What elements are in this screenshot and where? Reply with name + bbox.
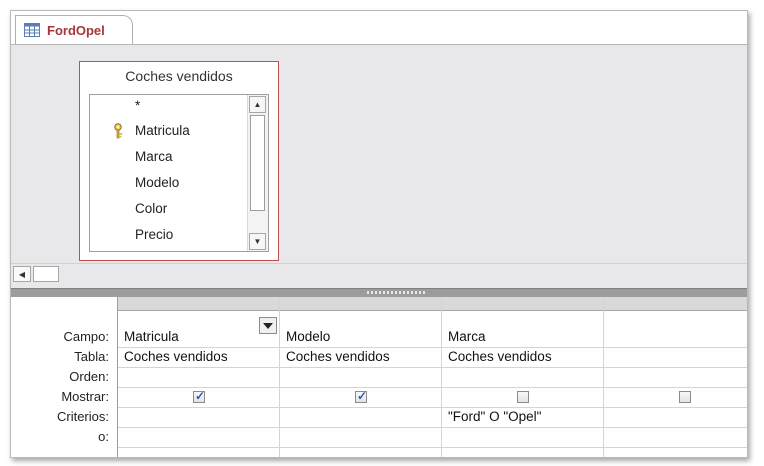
campo-cell[interactable] (610, 327, 747, 347)
table-title[interactable]: Coches vendidos (80, 68, 278, 84)
query-design-icon (24, 23, 40, 37)
document-tab-bar: FordOpel (11, 11, 747, 45)
column-divider (279, 297, 280, 457)
row-label-criterios: Criterios: (56, 409, 109, 424)
row-label-mostrar: Mostrar: (61, 389, 109, 404)
scrollbar-thumb[interactable] (33, 266, 59, 282)
query-design-window: FordOpel Coches vendidos * Matricula Mar… (10, 10, 748, 458)
column-selector[interactable] (280, 297, 442, 311)
mostrar-checkbox[interactable] (679, 391, 691, 403)
orden-cell[interactable] (448, 367, 598, 387)
scroll-up-icon[interactable]: ▲ (249, 96, 266, 113)
mostrar-checkbox[interactable] (517, 391, 529, 403)
field-list-scrollbar[interactable]: ▲ ▼ (247, 95, 268, 251)
column-selector[interactable] (442, 297, 604, 311)
field-list[interactable]: * Matricula Marca Modelo Color Precio ▲ … (89, 94, 269, 252)
primary-key-icon (112, 123, 124, 139)
tabla-cell[interactable]: Coches vendidos (286, 347, 436, 367)
scrollbar-thumb[interactable] (250, 115, 265, 211)
row-label-campo: Campo: (63, 329, 109, 344)
row-label-o: o: (98, 429, 109, 444)
tab-fordopel[interactable]: FordOpel (15, 15, 133, 44)
row-divider (118, 447, 747, 448)
criterios-cell[interactable] (124, 407, 274, 427)
scroll-down-icon[interactable]: ▼ (249, 233, 266, 250)
campo-cell[interactable]: Matricula (124, 327, 254, 347)
query-grid: Matricula Coches vendidos ✓ Modelo Coche… (117, 297, 747, 457)
checkmark-icon: ✓ (195, 389, 206, 403)
orden-cell[interactable] (610, 367, 747, 387)
tabla-cell[interactable]: Coches vendidos (124, 347, 274, 367)
campo-cell[interactable]: Modelo (286, 327, 436, 347)
table-design-pane[interactable]: Coches vendidos * Matricula Marca Modelo… (11, 45, 747, 263)
campo-cell[interactable]: Marca (448, 327, 598, 347)
mostrar-checkbox[interactable]: ✓ (355, 389, 368, 403)
chevron-down-icon[interactable] (259, 317, 277, 334)
orden-cell[interactable] (286, 367, 436, 387)
query-design-grid: Campo: Tabla: Orden: Mostrar: Criterios:… (11, 297, 747, 457)
criterios-cell[interactable]: "Ford" O "Opel" (448, 407, 598, 427)
horizontal-scrollbar[interactable]: ◀ (11, 263, 747, 284)
column-divider (441, 297, 442, 457)
row-label-tabla: Tabla: (74, 349, 109, 364)
column-selector[interactable] (118, 297, 280, 311)
o-cell[interactable] (286, 427, 436, 447)
table-field-list-window[interactable]: Coches vendidos * Matricula Marca Modelo… (79, 61, 279, 261)
o-cell[interactable] (610, 427, 747, 447)
column-selector[interactable] (604, 297, 747, 311)
tabla-cell[interactable]: Coches vendidos (448, 347, 598, 367)
row-divider (118, 387, 747, 388)
o-cell[interactable] (124, 427, 274, 447)
mostrar-checkbox[interactable]: ✓ (193, 389, 206, 403)
checkmark-icon: ✓ (357, 389, 368, 403)
criterios-cell[interactable] (286, 407, 436, 427)
orden-cell[interactable] (124, 367, 274, 387)
splitter-grip[interactable] (367, 291, 427, 294)
column-divider (603, 297, 604, 457)
scroll-left-icon[interactable]: ◀ (13, 266, 31, 282)
criterios-cell[interactable] (610, 407, 747, 427)
o-cell[interactable] (448, 427, 598, 447)
tab-label: FordOpel (47, 22, 105, 38)
row-label-orden: Orden: (69, 369, 109, 384)
tabla-cell[interactable] (610, 347, 747, 367)
